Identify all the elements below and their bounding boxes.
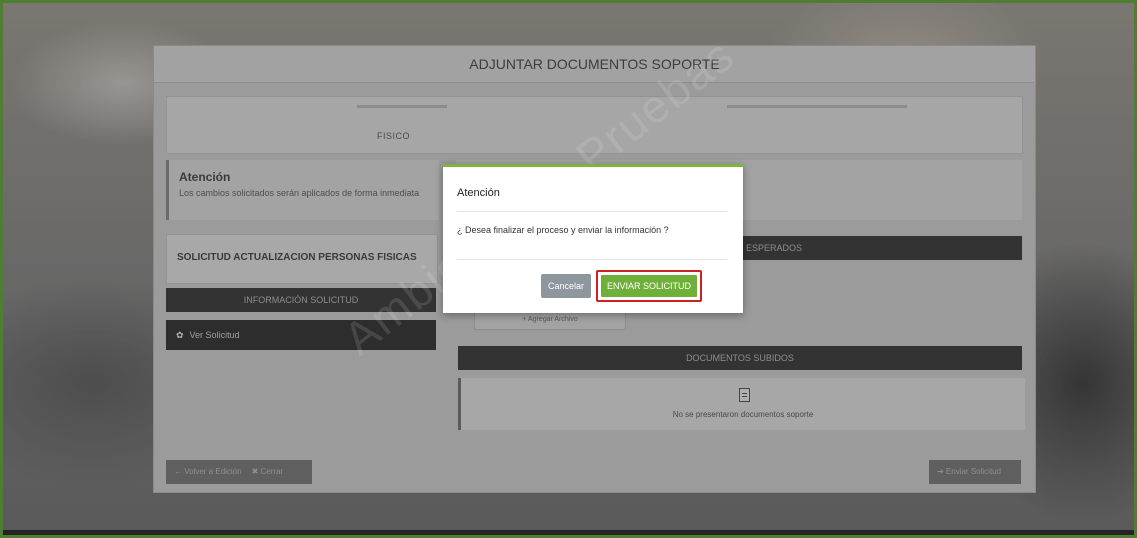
bottom-bar <box>3 530 1134 535</box>
alert-title: Atención <box>179 170 231 184</box>
no-docs-message: No se presentaron documentos soporte <box>672 410 814 419</box>
footer-left-buttons: ← Volver a Edición ✖ Cerrar <box>166 460 312 484</box>
dialog-title: Atención <box>457 187 500 199</box>
person-type-value: FISICO <box>377 131 411 141</box>
gear-icon: ✿ <box>176 330 184 340</box>
alert-description: Los cambios solicitados serán aplicados … <box>179 188 420 198</box>
dialog-message: ¿ Desea finalizar el proceso y enviar la… <box>457 225 669 235</box>
back-to-edit-button[interactable]: ← Volver a Edición <box>174 467 242 476</box>
confirm-send-button[interactable]: ENVIAR SOLICITUD <box>601 275 697 297</box>
attention-alert: Atención Los cambios solicitados serán a… <box>166 160 439 220</box>
uploaded-docs-box: No se presentaron documentos soporte <box>458 378 1025 430</box>
confirm-dialog: Atención ¿ Desea finalizar el proceso y … <box>443 164 743 313</box>
uploaded-docs-bar: DOCUMENTOS SUBIDOS <box>458 346 1022 370</box>
panel-title: ADJUNTAR DOCUMENTOS SOPORTE <box>154 46 1035 83</box>
send-request-button[interactable]: ➔ Enviar Solicitud <box>929 460 1021 484</box>
dialog-divider <box>457 259 727 260</box>
blurred-field-label <box>727 105 907 108</box>
confirm-button-highlight: ENVIAR SOLICITUD <box>596 270 702 302</box>
close-button[interactable]: ✖ Cerrar <box>252 467 284 476</box>
view-request-label: Ver Solicitud <box>189 330 240 340</box>
document-icon <box>739 388 750 402</box>
expected-docs-label: ESPERADOS <box>746 243 803 253</box>
request-card-title: SOLICITUD ACTUALIZACION PERSONAS FISICAS <box>177 252 417 263</box>
blurred-field-label <box>357 105 447 108</box>
add-file-button[interactable]: + Agregar Archivo <box>474 310 626 330</box>
cancel-button[interactable]: Cancelar <box>541 274 591 298</box>
dialog-divider <box>457 211 727 212</box>
screenshot-frame: ADJUNTAR DOCUMENTOS SOPORTE FISICO Atenc… <box>0 0 1137 538</box>
